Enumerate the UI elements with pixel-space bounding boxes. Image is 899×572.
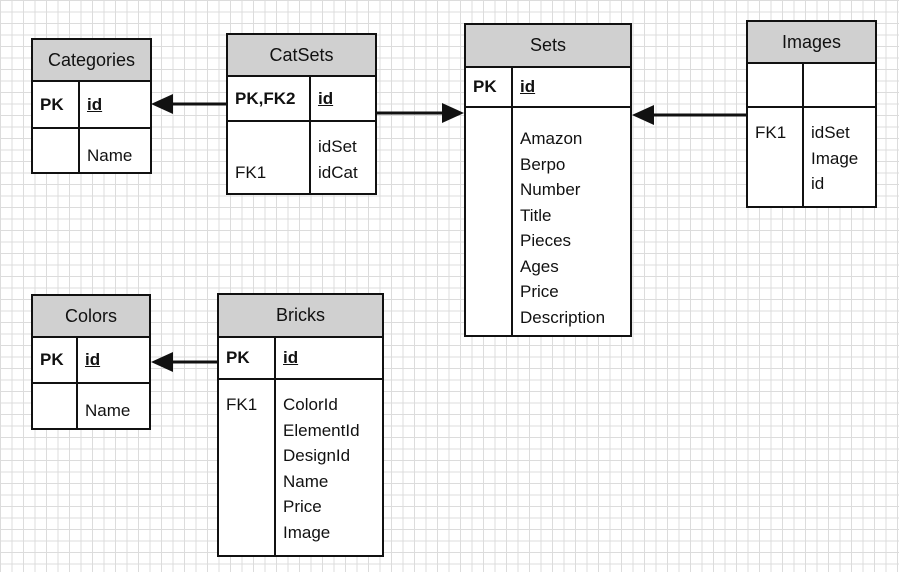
arrowhead-icon bbox=[442, 103, 464, 123]
arrowhead-icon bbox=[151, 94, 173, 114]
arrowhead-icon bbox=[151, 352, 173, 372]
er-diagram: Categories PK id Name CatSets PK,FK2 id FK1 idSe… bbox=[0, 0, 899, 572]
relationship-lines bbox=[151, 94, 746, 372]
arrowhead-icon bbox=[632, 105, 654, 125]
